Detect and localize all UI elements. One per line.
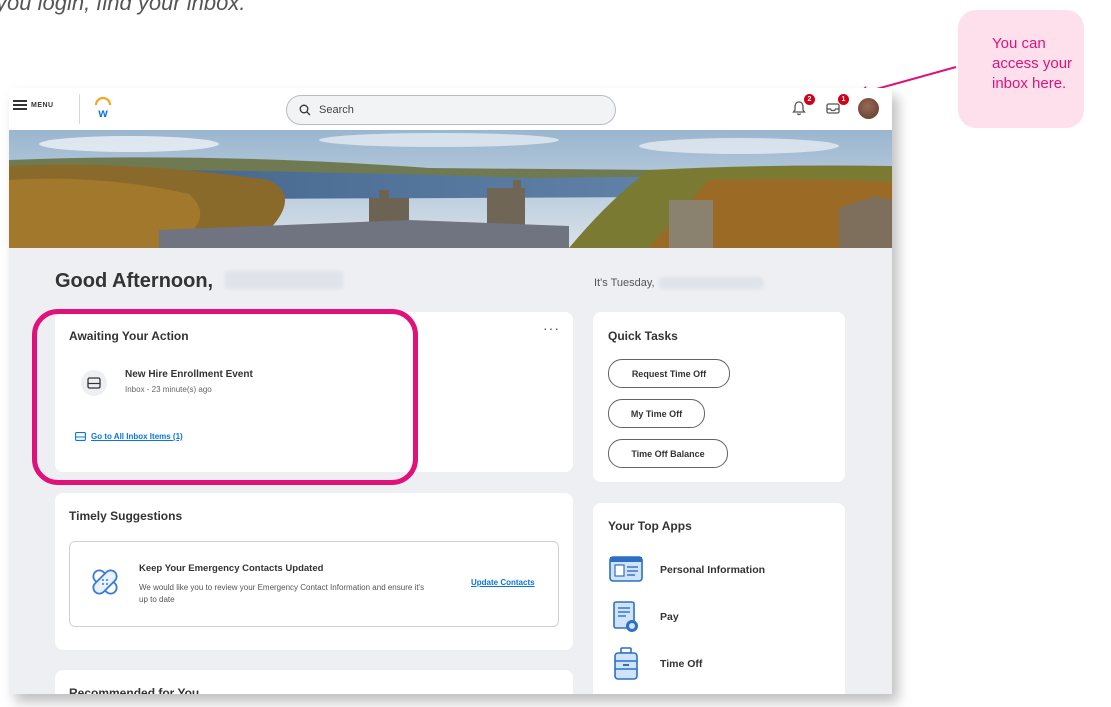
card-title: Timely Suggestions: [69, 509, 183, 523]
all-inbox-items-label: Go to All Inbox Items (1): [91, 432, 183, 441]
page-title: Good Afternoon,: [55, 270, 343, 293]
topbar-divider: [79, 94, 80, 124]
notifications-button[interactable]: 2: [790, 94, 815, 117]
suggestion-item: Keep Your Emergency Contacts Updated We …: [69, 541, 559, 627]
menu-button[interactable]: MENU: [13, 100, 54, 110]
pay-document-icon: [613, 601, 638, 632]
my-time-off-button[interactable]: My Time Off: [608, 399, 705, 428]
card-title: Recommended for You: [69, 686, 200, 694]
inbox-task-subtitle: Inbox - 23 minute(s) ago: [125, 385, 212, 394]
instruction-caption: you login, find your inbox.: [0, 0, 246, 15]
bandage-icon: [92, 569, 118, 595]
card-title: Your Top Apps: [608, 519, 692, 533]
awaiting-action-card: Awaiting Your Action ··· New Hire Enroll…: [55, 312, 573, 472]
search-input[interactable]: Search: [286, 95, 616, 125]
workday-app-window: MENU w Search 2 1 Good Afternoon, It's T…: [9, 88, 892, 694]
date-label: It's Tuesday,: [594, 277, 763, 289]
avatar[interactable]: [858, 98, 879, 119]
redacted-date: [658, 277, 763, 289]
greeting-text: Good Afternoon,: [55, 270, 214, 292]
update-contacts-link[interactable]: Update Contacts: [471, 578, 535, 587]
time-off-balance-button[interactable]: Time Off Balance: [608, 439, 728, 468]
hamburger-icon: [13, 100, 27, 110]
top-apps-card: Your Top Apps Personal Information Pay T…: [593, 503, 845, 694]
recommended-card: Recommended for You: [55, 670, 573, 694]
inbox-icon: [75, 432, 86, 441]
timely-suggestions-card: Timely Suggestions Keep Your Emergency C…: [55, 493, 573, 650]
inbox-button[interactable]: 1: [824, 94, 849, 117]
quick-tasks-card: Quick Tasks Request Time Off My Time Off…: [593, 312, 845, 482]
app-label: Time Off: [660, 658, 703, 670]
top-navigation-bar: MENU w Search 2 1: [9, 88, 892, 130]
inbox-badge: 1: [838, 94, 849, 105]
app-label: Personal Information: [660, 564, 766, 576]
more-options-button[interactable]: ···: [543, 320, 560, 336]
card-title: Quick Tasks: [608, 329, 678, 343]
app-pay[interactable]: Pay: [608, 599, 679, 635]
inbox-task-title[interactable]: New Hire Enrollment Event: [125, 369, 253, 380]
app-label: Pay: [660, 611, 679, 623]
inbox-task-icon: [81, 370, 107, 396]
menu-label: MENU: [31, 101, 54, 109]
all-inbox-items-link[interactable]: Go to All Inbox Items (1): [75, 432, 183, 441]
app-personal-information[interactable]: Personal Information: [608, 555, 765, 585]
date-prefix: It's Tuesday,: [594, 277, 655, 289]
workday-logo-icon[interactable]: w: [93, 96, 113, 120]
notifications-badge: 2: [804, 94, 815, 105]
suggestion-title: Keep Your Emergency Contacts Updated: [139, 563, 324, 574]
suggestion-body: We would like you to review your Emergen…: [139, 583, 425, 604]
redacted-user-name: [224, 271, 343, 289]
campus-banner-image: [9, 130, 892, 248]
request-time-off-button[interactable]: Request Time Off: [608, 359, 730, 388]
callout-text: You can access your inbox here.: [992, 35, 1073, 92]
search-placeholder: Search: [319, 104, 354, 116]
id-card-icon: [609, 556, 643, 582]
svg-text:w: w: [97, 106, 108, 120]
card-title: Awaiting Your Action: [69, 329, 189, 343]
suitcase-icon: [614, 647, 638, 680]
app-time-off[interactable]: Time Off: [608, 646, 702, 682]
search-icon: [299, 104, 311, 116]
